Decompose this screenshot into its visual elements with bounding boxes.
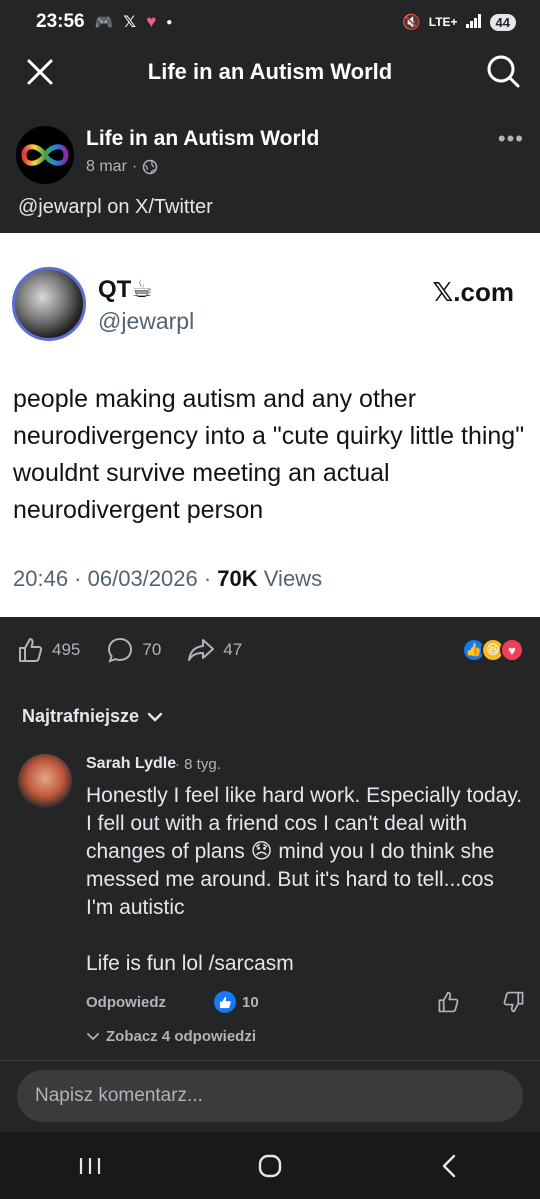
comment-icon (108, 637, 133, 663)
comment-button[interactable]: 70 (106, 636, 161, 664)
tweet-time: 20:46 (13, 566, 69, 591)
dot-icon: ● (166, 16, 173, 28)
page-title: Life in an Autism World (147, 59, 393, 84)
post-date[interactable]: 8 mar (86, 158, 127, 176)
recent-apps-icon[interactable] (75, 1154, 105, 1178)
signal-icon (465, 13, 482, 31)
commenter-name[interactable]: Sarah Lydle (86, 755, 176, 773)
share-icon (188, 639, 215, 661)
tweet-date: 06/03/2026 (87, 566, 198, 591)
mute-icon: 🔇 (402, 14, 421, 31)
comment-like-summary[interactable]: 10 (214, 991, 259, 1013)
post-header: Life in an Autism World 8 mar · ••• (0, 112, 540, 202)
tweet-footer: 20:46 · 06/03/2026 · 70K Views (13, 566, 323, 591)
post-caption: @jewarpl on X/Twitter (18, 196, 213, 218)
tweet-views-label: Views (263, 566, 323, 591)
view-replies-label: Zobacz 4 odpowiedzi (106, 1028, 257, 1045)
page-name[interactable]: Life in an Autism World (86, 127, 319, 151)
comment-actions: Odpowiedz 10 (86, 990, 526, 1014)
back-icon[interactable] (435, 1151, 465, 1181)
tweet-text: people making autism and any other neuro… (13, 385, 525, 524)
tweet-author-handle: @jewarpl (98, 308, 195, 334)
x-com-logo: 𝕏.com (432, 277, 514, 307)
tweet-views-count: 70K (217, 566, 258, 591)
tweet-card[interactable]: QT☕ @jewarpl 𝕏.com people making autism … (0, 233, 540, 617)
page-avatar[interactable] (16, 126, 74, 184)
reply-button[interactable]: Odpowiedz (86, 994, 166, 1011)
love-reaction-icon: ♥ (500, 638, 524, 662)
close-icon[interactable] (22, 54, 58, 90)
comment-time: · 8 tyg. (175, 756, 221, 773)
infinity-logo-icon (21, 144, 69, 166)
status-time: 23:56 (36, 11, 85, 32)
chevron-down-icon (147, 712, 163, 722)
compose-bar: Napisz komentarz... (0, 1060, 540, 1132)
downvote-thumb-icon[interactable] (502, 990, 526, 1014)
sort-label: Najtrafniejsze (22, 706, 140, 726)
chevron-down-icon (87, 1032, 99, 1040)
share-count: 47 (223, 640, 243, 659)
network-type: LTE+ (428, 15, 458, 29)
view-replies-link[interactable]: Zobacz 4 odpowiedzi (86, 1028, 256, 1045)
commenter-avatar[interactable] (18, 754, 72, 808)
like-count: 495 (52, 640, 81, 659)
status-bar: 23:56 🎮 𝕏 ♥ ● 🔇 LTE+ 44 (0, 0, 540, 44)
thumbs-up-icon (19, 638, 43, 662)
comment-input-placeholder: Napisz komentarz... (35, 1085, 203, 1106)
game-controller-icon: 🎮 (94, 14, 114, 31)
battery-indicator: 44 (489, 13, 516, 31)
globe-icon (142, 159, 158, 175)
share-button[interactable]: 47 (187, 636, 242, 664)
system-nav-bar (0, 1132, 540, 1199)
heart-icon: ♥ (146, 12, 157, 31)
home-icon[interactable] (255, 1151, 285, 1181)
comment-text: Honestly I feel like hard work. Especial… (86, 784, 523, 975)
reaction-bar: 495 70 47 👍 😆 ♥ (0, 617, 540, 683)
search-icon[interactable] (484, 52, 522, 90)
app-bar: Life in an Autism World (0, 44, 540, 100)
like-button[interactable]: 495 (16, 636, 80, 664)
comment-like-count: 10 (242, 993, 259, 1011)
comment-count: 70 (142, 640, 162, 659)
x-app-icon: 𝕏 (123, 14, 137, 31)
post-meta: 8 mar · (86, 158, 158, 176)
comment-input[interactable]: Napisz komentarz... (17, 1070, 523, 1122)
upvote-thumb-icon[interactable] (436, 990, 460, 1014)
tweet-author-name: QT☕ (98, 276, 153, 303)
tweet-avatar (12, 267, 86, 341)
like-badge-icon (214, 991, 236, 1013)
reaction-summary[interactable]: 👍 😆 ♥ (462, 638, 524, 662)
comment-sort-dropdown[interactable]: Najtrafniejsze (22, 706, 163, 727)
more-options-icon[interactable]: ••• (498, 126, 524, 152)
